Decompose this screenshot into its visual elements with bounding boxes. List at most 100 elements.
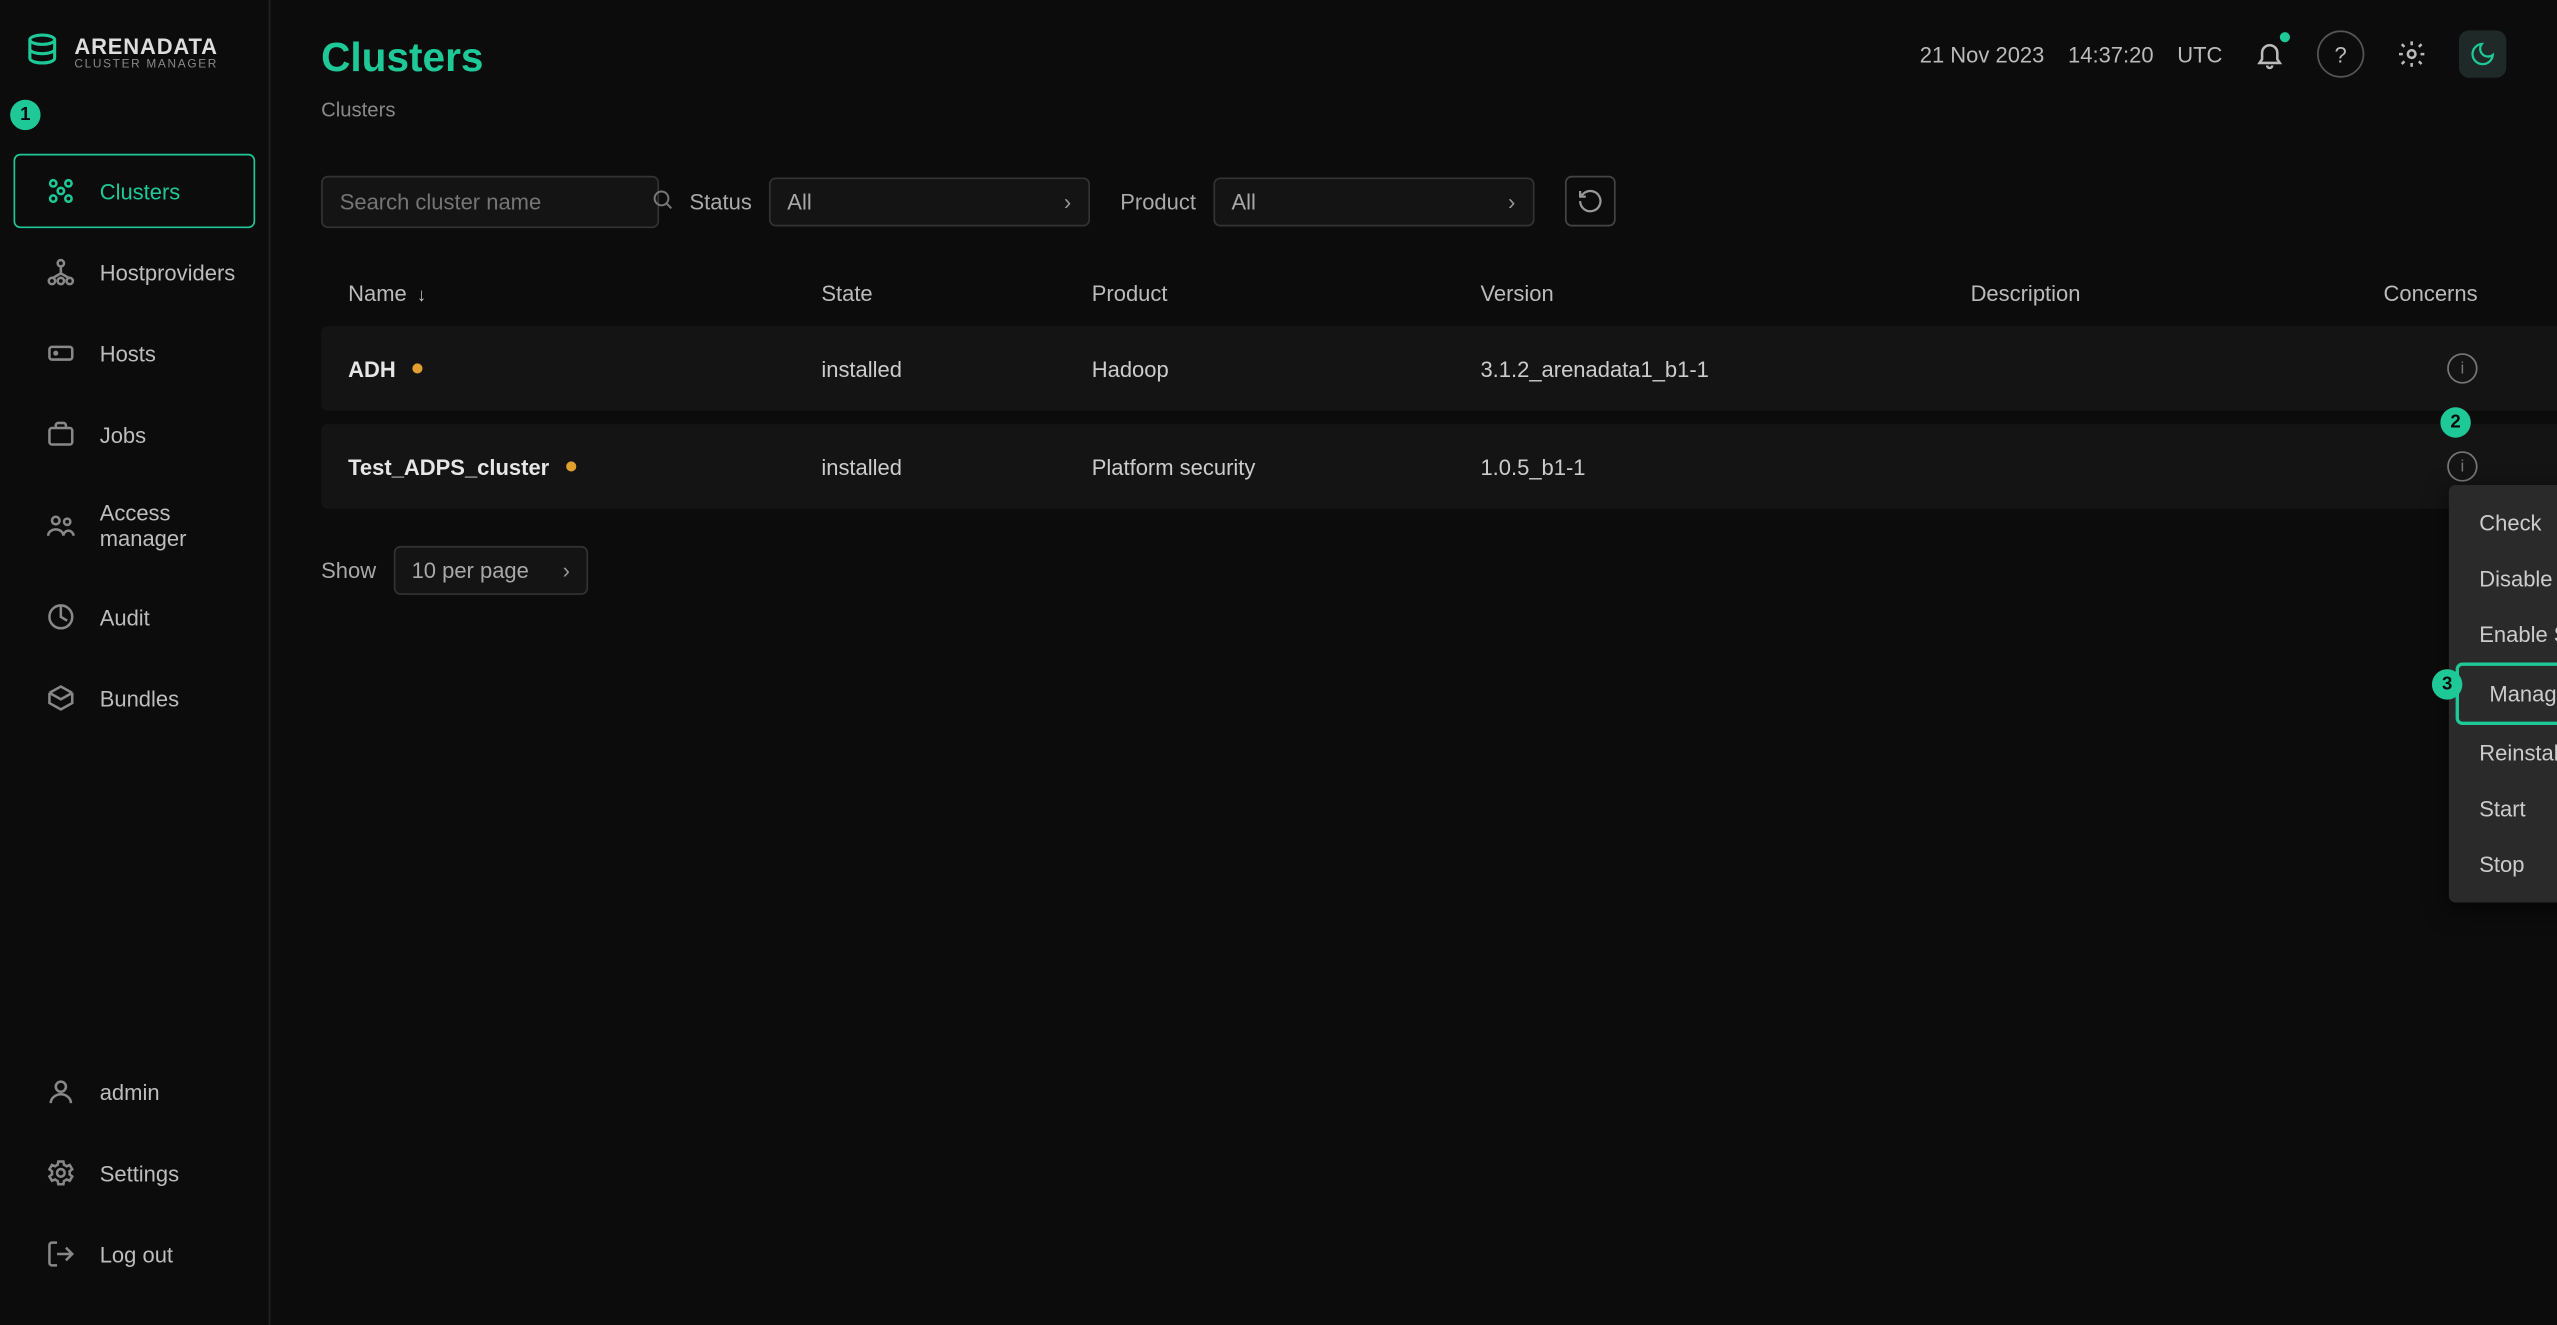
cell-version: 1.0.5_b1-1 <box>1480 454 1970 479</box>
product-select[interactable]: All › <box>1213 177 1534 226</box>
sidebar-item-access-manager[interactable]: Access manager <box>14 478 256 573</box>
col-concerns[interactable]: Concerns <box>2275 281 2478 306</box>
main: 21 Nov 2023 14:37:20 UTC ? Clusters Clus… <box>270 0 2557 1325</box>
dropdown-item-manage-kerberos[interactable]: Manage Kerberos <box>2456 662 2557 725</box>
header-date: 21 Nov 2023 <box>1920 41 2045 66</box>
show-label: Show <box>321 558 376 583</box>
chevron-right-icon: › <box>1508 188 1515 213</box>
sidebar: ARENADATA CLUSTER MANAGER 1 Clusters Hos… <box>0 0 270 1325</box>
settings-icon[interactable] <box>2388 30 2435 77</box>
cell-state: installed <box>821 454 1091 479</box>
product-filter: Product All › <box>1120 177 1534 226</box>
col-state[interactable]: State <box>821 281 1091 306</box>
per-page-select[interactable]: 10 per page › <box>393 546 589 595</box>
reset-filters-button[interactable] <box>1564 176 1615 227</box>
per-page-value: 10 per page <box>412 558 529 583</box>
sort-down-icon: ↓ <box>417 286 426 306</box>
table-row[interactable]: ADH installed Hadoop 3.1.2_arenadata1_b1… <box>321 326 2557 411</box>
info-icon[interactable]: i <box>2447 353 2477 383</box>
search-icon <box>651 187 675 216</box>
header-tz: UTC <box>2177 41 2222 66</box>
cell-actions <box>2478 353 2557 383</box>
sidebar-item-bundles[interactable]: Bundles <box>14 661 256 735</box>
primary-nav: 1 Clusters Hostproviders Hosts <box>0 113 269 742</box>
brand: ARENADATA CLUSTER MANAGER <box>0 30 269 113</box>
gear-icon <box>46 1158 76 1188</box>
dropdown-item-reinstall-status-checker[interactable]: Reinstall status-checker <box>2449 725 2557 781</box>
sidebar-item-logout[interactable]: Log out <box>14 1217 256 1291</box>
sidebar-item-label: Bundles <box>100 685 179 710</box>
sidebar-item-admin[interactable]: admin <box>14 1055 256 1129</box>
status-label: Status <box>690 188 752 213</box>
brand-subtitle: CLUSTER MANAGER <box>74 58 218 70</box>
sidebar-item-clusters[interactable]: Clusters <box>14 154 256 228</box>
status-dot-icon <box>566 461 576 471</box>
sidebar-item-label: Jobs <box>100 422 146 447</box>
sidebar-item-label: Settings <box>100 1160 179 1185</box>
theme-toggle-icon[interactable] <box>2459 30 2506 77</box>
actions-dropdown: Check Disable SSL Enable SSL 3 Manage Ke… <box>2449 485 2557 902</box>
clusters-table: Name↓ State Product Version Description … <box>270 250 2557 532</box>
status-filter: Status All › <box>690 177 1090 226</box>
status-value: All <box>787 188 811 213</box>
search-input-wrap[interactable] <box>321 175 659 227</box>
bundles-icon <box>46 683 76 713</box>
sidebar-item-label: Hosts <box>100 341 156 366</box>
sidebar-item-audit[interactable]: Audit <box>14 580 256 654</box>
table-row[interactable]: Test_ADPS_cluster installed Platform sec… <box>321 424 2557 509</box>
header-time: 14:37:20 <box>2068 41 2154 66</box>
col-description[interactable]: Description <box>1971 281 2275 306</box>
sidebar-item-hosts[interactable]: Hosts <box>14 316 256 390</box>
hostproviders-icon <box>46 257 76 287</box>
cell-state: installed <box>821 356 1091 381</box>
sidebar-item-jobs[interactable]: Jobs <box>14 397 256 471</box>
dropdown-item-enable-ssl[interactable]: Enable SSL <box>2449 607 2557 663</box>
notifications-icon[interactable] <box>2246 30 2293 77</box>
col-name[interactable]: Name↓ <box>348 281 821 306</box>
col-product[interactable]: Product <box>1092 281 1481 306</box>
sidebar-item-label: Audit <box>100 604 150 629</box>
info-icon[interactable]: i <box>2447 451 2477 481</box>
cell-concerns: i <box>2275 451 2478 481</box>
breadcrumb[interactable]: Clusters <box>270 95 2557 152</box>
search-input[interactable] <box>340 188 637 213</box>
hosts-icon <box>46 338 76 368</box>
sidebar-item-label: Log out <box>100 1241 173 1266</box>
table-footer: Show 10 per page › ‹ › <box>270 532 2557 608</box>
help-icon[interactable]: ? <box>2317 30 2364 77</box>
cell-version: 3.1.2_arenadata1_b1-1 <box>1480 356 1970 381</box>
cell-product: Platform security <box>1092 454 1481 479</box>
sidebar-item-label: Clusters <box>100 178 181 203</box>
page-title: Clusters <box>321 35 483 82</box>
sidebar-item-hostproviders[interactable]: Hostproviders <box>14 235 256 309</box>
sidebar-item-label: Access manager <box>100 500 223 551</box>
cell-name[interactable]: Test_ADPS_cluster <box>348 454 821 479</box>
dropdown-item-stop[interactable]: Stop <box>2449 837 2557 893</box>
user-icon <box>46 1077 76 1107</box>
dropdown-item-disable-ssl[interactable]: Disable SSL <box>2449 551 2557 607</box>
brand-name: ARENADATA <box>74 33 218 58</box>
jobs-icon <box>46 419 76 449</box>
dropdown-item-start[interactable]: Start <box>2449 781 2557 837</box>
sidebar-item-settings[interactable]: Settings <box>14 1136 256 1210</box>
chevron-right-icon: › <box>1064 188 1071 213</box>
product-label: Product <box>1120 188 1196 213</box>
table-header: Name↓ State Product Version Description … <box>321 260 2557 326</box>
tour-badge-3: 3 <box>2432 669 2462 699</box>
status-select[interactable]: All › <box>769 177 1090 226</box>
tour-badge-2: 2 <box>2440 407 2470 437</box>
dropdown-item-check[interactable]: Check <box>2449 495 2557 551</box>
toolbar: Status All › Product All › Create cluste… <box>270 152 2557 250</box>
chevron-right-icon: › <box>563 558 570 583</box>
cell-actions: 2 <box>2478 451 2557 481</box>
clusters-icon <box>46 176 76 206</box>
cell-product: Hadoop <box>1092 356 1481 381</box>
col-actions[interactable]: Actions <box>2478 281 2557 306</box>
status-dot-icon <box>413 363 423 373</box>
brand-logo-icon <box>24 30 61 72</box>
tour-badge-1: 1 <box>10 100 40 130</box>
col-version[interactable]: Version <box>1480 281 1970 306</box>
cell-name[interactable]: ADH <box>348 356 821 381</box>
header-right: 21 Nov 2023 14:37:20 UTC ? <box>1920 30 2507 77</box>
sidebar-item-label: Hostproviders <box>100 259 236 284</box>
